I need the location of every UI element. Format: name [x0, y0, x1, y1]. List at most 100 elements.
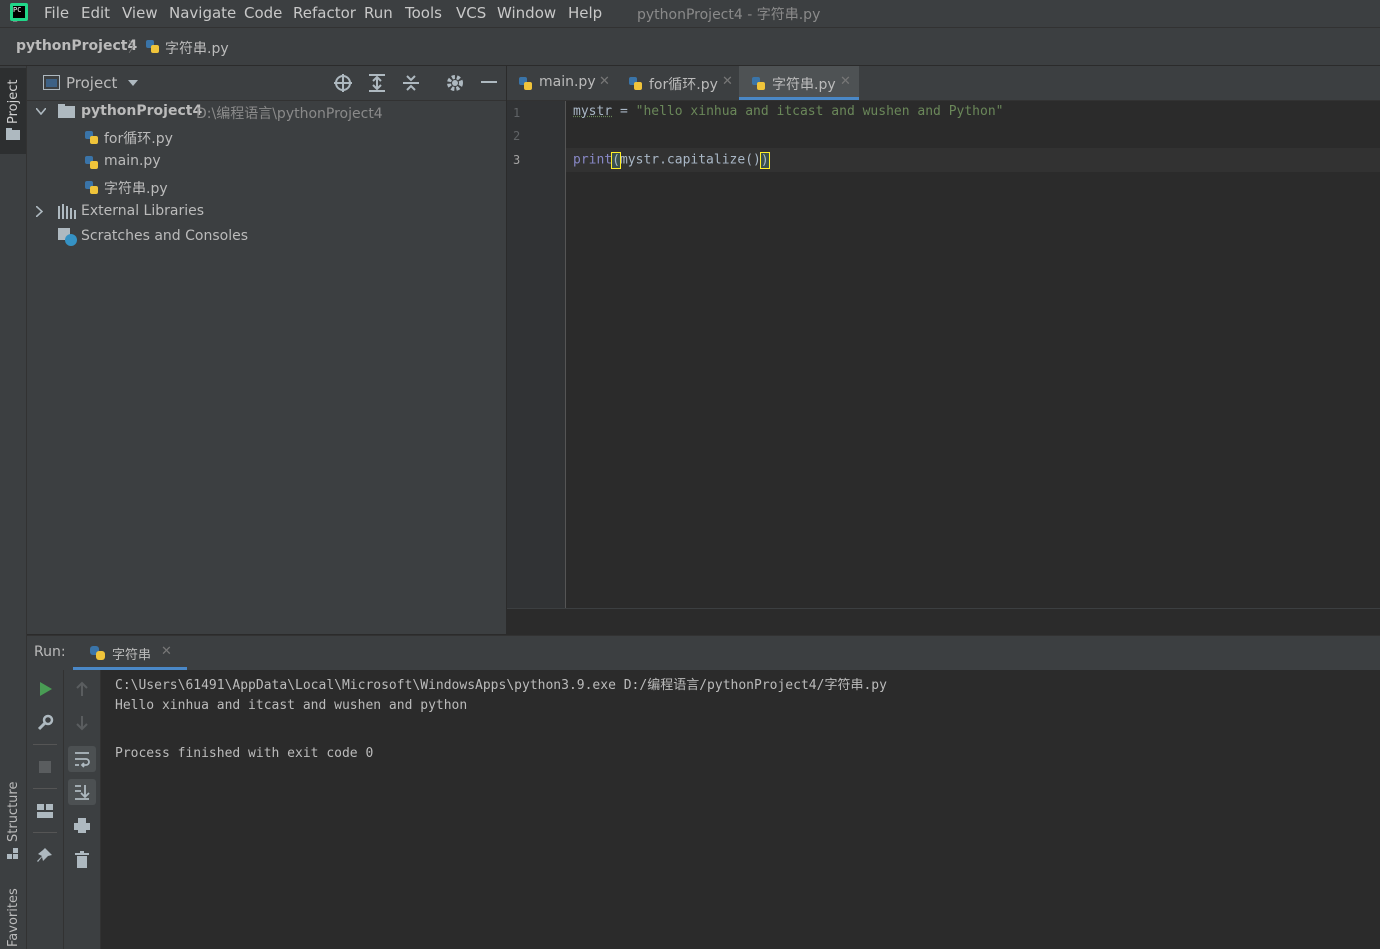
python-file-icon — [752, 77, 765, 90]
expand-all-icon[interactable] — [368, 73, 386, 93]
collapse-all-icon[interactable] — [402, 73, 420, 93]
structure-tool-tab[interactable]: Structure — [0, 778, 26, 864]
tree-file-label: for循环.py — [104, 131, 173, 147]
python-file-icon — [85, 156, 98, 169]
window-title: pythonProject4 - 字符串.py — [637, 7, 821, 23]
run-console[interactable]: C:\Users\61491\AppData\Local\Microsoft\W… — [101, 670, 1380, 949]
code-line-1[interactable]: mystr = "hello xinhua and itcast and wus… — [573, 104, 1003, 119]
tab-label: for循环.py — [649, 77, 718, 93]
stop-icon[interactable] — [36, 758, 54, 776]
rerun-icon[interactable] — [37, 680, 55, 698]
python-file-icon — [146, 40, 159, 53]
tree-root-name: pythonProject4 — [81, 103, 203, 119]
menu-view[interactable]: View — [122, 4, 158, 22]
tree-external-libraries-label: External Libraries — [81, 203, 204, 219]
project-panel — [27, 66, 506, 634]
python-file-icon — [629, 77, 642, 90]
code-builtin: print — [573, 152, 613, 168]
print-icon[interactable] — [73, 817, 91, 835]
tree-root-path: D:\编程语言\pythonProject4 — [196, 106, 383, 122]
chevron-right-icon[interactable] — [36, 206, 43, 217]
breadcrumb-file[interactable]: 字符串.py — [165, 38, 229, 58]
menu-navigate[interactable]: Navigate — [169, 4, 236, 22]
menu-window[interactable]: Window — [497, 4, 556, 22]
locate-icon[interactable] — [333, 73, 353, 93]
menu-bar: PC _ File Edit View Navigate Code Refacto… — [0, 0, 1380, 28]
menu-vcs[interactable]: VCS — [456, 4, 486, 22]
code-paren-close: ) — [759, 151, 770, 169]
project-tool-tab[interactable]: Project — [0, 68, 26, 154]
editor-tabs-bar: main.py ✕ for循环.py ✕ 字符串.py ✕ — [507, 66, 1380, 101]
tree-file-label: main.py — [104, 153, 161, 169]
python-file-icon — [85, 181, 98, 194]
chevron-down-icon[interactable] — [36, 108, 46, 115]
tab-string-py[interactable]: 字符串.py ✕ — [739, 66, 859, 100]
menu-tools[interactable]: Tools — [405, 4, 442, 22]
chevron-down-icon[interactable] — [128, 80, 138, 86]
project-view-icon — [43, 75, 60, 90]
close-icon[interactable]: ✕ — [840, 74, 851, 89]
python-file-icon — [85, 131, 98, 144]
scroll-to-end-icon — [75, 785, 90, 800]
scratches-icon — [58, 228, 77, 246]
project-panel-header: Project — [27, 66, 506, 101]
arrow-up-icon[interactable] — [73, 680, 91, 698]
folder-icon — [6, 128, 20, 140]
hide-panel-icon[interactable] — [481, 81, 497, 85]
menu-file[interactable]: File — [44, 4, 69, 22]
structure-tool-label: Structure — [6, 781, 21, 842]
navigation-bar: pythonProject4 〉 字符串.py — [0, 28, 1380, 66]
tab-label: main.py — [539, 74, 596, 90]
menu-code[interactable]: Code — [244, 4, 282, 22]
gear-icon[interactable] — [446, 74, 464, 92]
trash-icon[interactable] — [73, 851, 91, 869]
menu-help[interactable]: Help — [568, 4, 602, 22]
run-tab[interactable]: 字符串 ✕ — [73, 636, 187, 670]
run-toolbar-primary — [27, 670, 64, 949]
tab-label: 字符串.py — [772, 77, 836, 93]
arrow-down-icon[interactable] — [73, 714, 91, 732]
code-editor[interactable] — [566, 101, 1380, 608]
menu-refactor[interactable]: Refactor — [293, 4, 356, 22]
project-tool-label: Project — [6, 79, 21, 124]
line-number: 2 — [513, 129, 521, 143]
line-number: 3 — [513, 153, 521, 167]
tree-root-row[interactable]: pythonProject4 D:\编程语言\pythonProject4 — [36, 102, 506, 124]
wrench-icon[interactable] — [36, 714, 54, 732]
layout-icon[interactable] — [36, 802, 54, 820]
editor-gutter: 1 2 3 — [507, 101, 566, 608]
editor-bottom-strip — [507, 608, 1380, 635]
run-toolbar-secondary — [64, 670, 101, 949]
breadcrumb-separator: 〉 — [128, 40, 142, 56]
text-cursor — [768, 152, 770, 168]
python-icon — [90, 646, 105, 660]
menu-run[interactable]: Run — [364, 4, 393, 22]
close-icon[interactable]: ✕ — [722, 74, 733, 89]
pin-icon[interactable] — [36, 846, 54, 864]
tree-file-label: 字符串.py — [104, 181, 168, 197]
breadcrumb-project[interactable]: pythonProject4 — [16, 38, 137, 54]
folder-icon — [58, 104, 75, 118]
soft-wrap-icon — [75, 752, 90, 768]
soft-wrap-toggle[interactable] — [68, 746, 96, 772]
favorites-tool-tab[interactable]: Favorites — [0, 881, 26, 949]
python-file-icon — [519, 77, 532, 90]
code-variable: mystr — [573, 104, 613, 119]
tab-for-loop-py[interactable]: for循环.py ✕ — [619, 66, 739, 100]
library-icon — [58, 204, 76, 219]
code-operator: = — [612, 104, 636, 119]
code-paren-open: ( — [611, 151, 621, 169]
close-icon[interactable]: ✕ — [161, 644, 172, 659]
scroll-to-end-toggle[interactable] — [68, 779, 96, 805]
menu-edit[interactable]: Edit — [81, 4, 110, 22]
tab-main-py[interactable]: main.py ✕ — [507, 66, 619, 100]
project-view-title[interactable]: Project — [66, 74, 117, 92]
close-icon[interactable]: ✕ — [599, 74, 610, 89]
left-tool-strip: Project Structure Favorites — [0, 66, 27, 949]
code-line-3[interactable]: print(mystr.capitalize()) — [573, 151, 770, 169]
structure-icon — [7, 848, 18, 859]
run-panel-header: Run: 字符串 ✕ — [27, 635, 1380, 671]
tree-scratches-label: Scratches and Consoles — [81, 228, 248, 244]
console-line: Hello xinhua and itcast and wushen and p… — [115, 698, 468, 713]
favorites-tool-label: Favorites — [6, 888, 21, 947]
